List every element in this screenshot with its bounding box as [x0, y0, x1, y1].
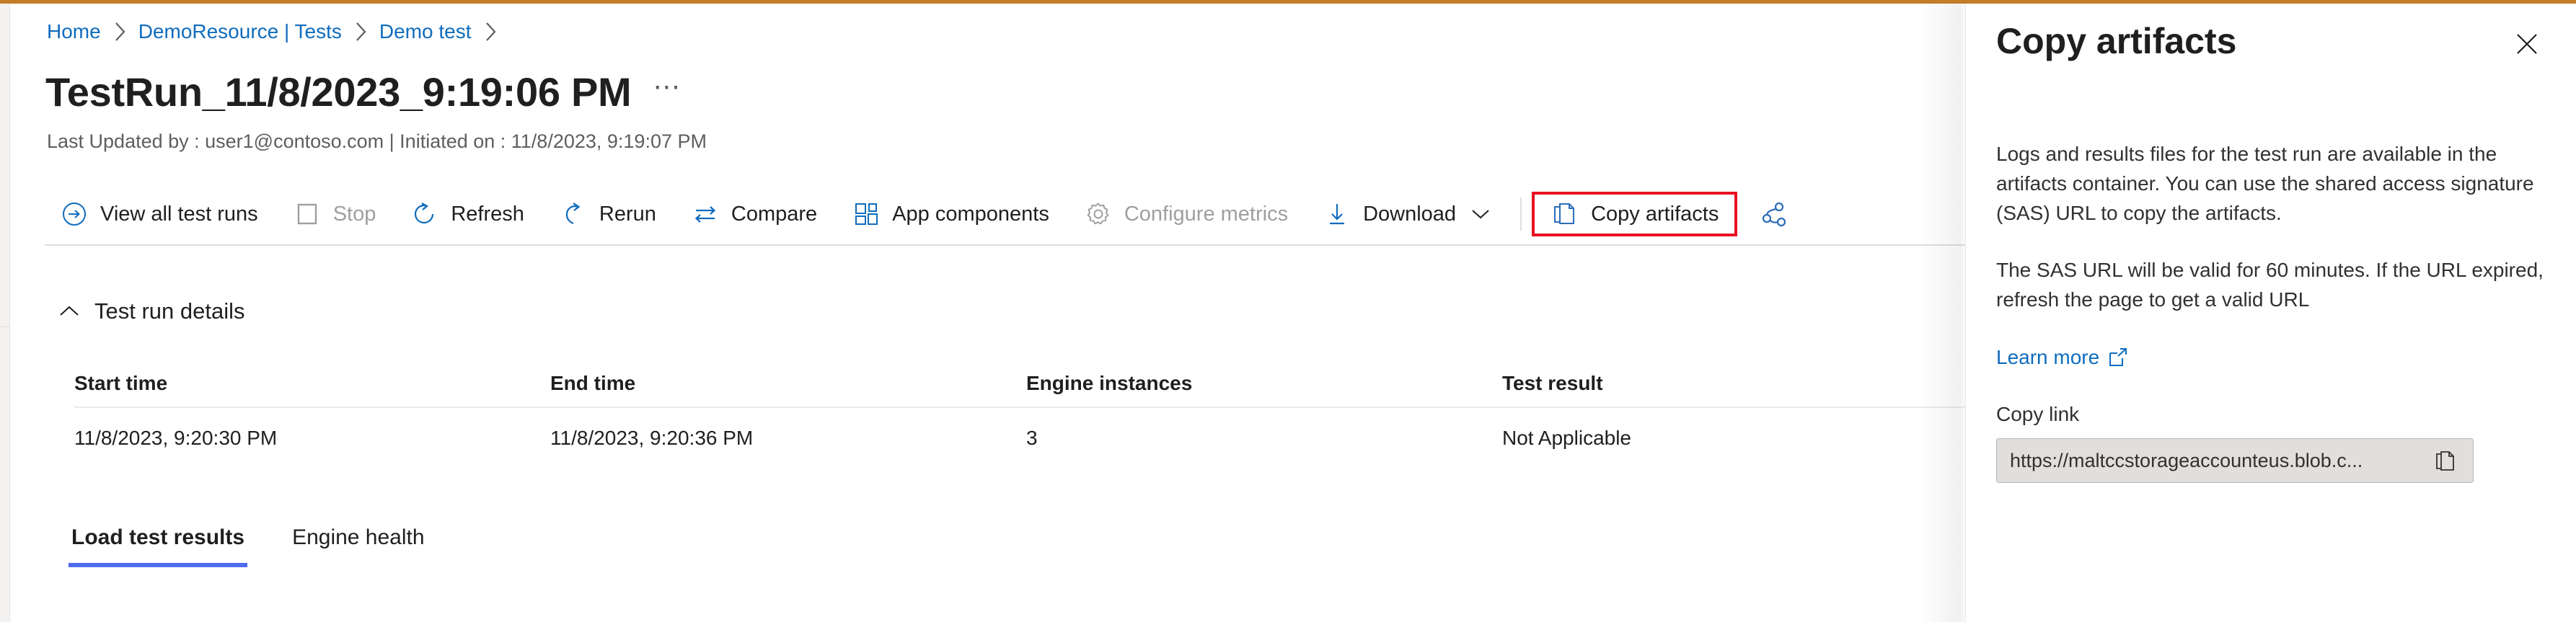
- breadcrumb-item-home[interactable]: Home: [47, 19, 101, 44]
- cell-test-result: Not Applicable: [1502, 427, 1978, 450]
- cell-start-time: 11/8/2023, 9:20:30 PM: [74, 427, 550, 450]
- panel-header: Copy artifacts: [1996, 19, 2549, 66]
- tab-engine-health[interactable]: Engine health: [276, 521, 441, 567]
- command-label: Compare: [731, 202, 817, 226]
- stop-button: Stop: [278, 192, 392, 236]
- chevron-up-icon: [56, 298, 83, 325]
- section-title: Test run details: [94, 298, 245, 325]
- learn-more-link[interactable]: Learn more: [1996, 345, 2128, 370]
- chevron-right-icon: [353, 21, 368, 43]
- command-label: Rerun: [599, 202, 656, 226]
- rerun-icon: [559, 200, 588, 228]
- chevron-right-icon: [483, 21, 498, 43]
- breadcrumb: Home DemoResource | Tests Demo test: [47, 19, 509, 44]
- command-label: View all test runs: [100, 202, 258, 226]
- column-header-test-result: Test result: [1502, 372, 1978, 395]
- chevron-down-icon: [1470, 208, 1491, 221]
- tab-label: Engine health: [292, 525, 425, 549]
- panel-title: Copy artifacts: [1996, 19, 2236, 63]
- download-icon: [1323, 200, 1351, 228]
- app-components-icon: [852, 200, 881, 228]
- external-link-icon: [2108, 347, 2128, 368]
- page-title: TestRun_11/8/2023_9:19:06 PM: [45, 68, 631, 116]
- column-header-end-time: End time: [550, 372, 1026, 395]
- copy-link-label: Copy link: [1996, 402, 2556, 427]
- compare-arrows-icon: [691, 200, 720, 228]
- column-header-start-time: Start time: [74, 372, 550, 395]
- command-label: App components: [892, 202, 1049, 226]
- share-button[interactable]: [1744, 192, 1815, 236]
- refresh-icon: [410, 200, 439, 228]
- command-divider: [1520, 197, 1522, 231]
- command-label: Refresh: [451, 202, 524, 226]
- configure-metrics-button: Configure metrics: [1069, 192, 1303, 236]
- compare-button[interactable]: Compare: [676, 192, 832, 236]
- gear-icon: [1084, 200, 1113, 228]
- command-label: Stop: [333, 202, 376, 226]
- tab-label: Load test results: [71, 525, 244, 549]
- command-label: Copy artifacts: [1591, 202, 1719, 226]
- learn-more-label: Learn more: [1996, 345, 2099, 370]
- download-button[interactable]: Download: [1307, 192, 1506, 236]
- page-subtitle: Last Updated by : user1@contoso.com | In…: [47, 130, 707, 153]
- copy-link-value: https://maltccstorageaccounteus.blob.c..…: [2010, 449, 2430, 472]
- chevron-right-icon: [113, 21, 127, 43]
- copy-icon[interactable]: [2430, 445, 2461, 476]
- panel-paragraph-sas-validity: The SAS URL will be valid for 60 minutes…: [1996, 255, 2556, 314]
- column-header-engine-instances: Engine instances: [1026, 372, 1502, 395]
- copy-artifacts-button[interactable]: Copy artifacts: [1532, 192, 1737, 236]
- breadcrumb-item-test[interactable]: Demo test: [379, 19, 472, 44]
- title-row: TestRun_11/8/2023_9:19:06 PM ⋯: [45, 68, 682, 116]
- refresh-button[interactable]: Refresh: [395, 192, 539, 236]
- more-actions-button[interactable]: ⋯: [653, 71, 682, 103]
- panel-paragraph-artifacts-info: Logs and results files for the test run …: [1996, 139, 2556, 228]
- command-label: Download: [1363, 202, 1456, 226]
- stop-square-icon: [293, 200, 322, 228]
- command-label: Configure metrics: [1124, 202, 1288, 226]
- arrow-right-circle-icon: [60, 200, 89, 228]
- left-rail-divider: [0, 326, 9, 327]
- app-root: Home DemoResource | Tests Demo test Test…: [0, 0, 2576, 622]
- app-components-button[interactable]: App components: [837, 192, 1064, 236]
- cell-end-time: 11/8/2023, 9:20:36 PM: [550, 427, 1026, 450]
- cell-engine-instances: 3: [1026, 427, 1502, 450]
- rerun-button[interactable]: Rerun: [544, 192, 671, 236]
- left-rail: [0, 4, 10, 622]
- close-icon[interactable]: [2505, 22, 2549, 66]
- breadcrumb-item-resource[interactable]: DemoResource | Tests: [138, 19, 342, 44]
- copy-files-icon: [1551, 200, 1579, 228]
- panel-body: Logs and results files for the test run …: [1996, 139, 2556, 483]
- view-all-test-runs-button[interactable]: View all test runs: [45, 192, 273, 236]
- test-run-details-section-header[interactable]: Test run details: [56, 298, 245, 325]
- share-network-icon: [1760, 200, 1788, 228]
- copy-artifacts-panel: Copy artifacts Logs and results files fo…: [1965, 4, 2576, 622]
- tab-load-test-results[interactable]: Load test results: [56, 521, 260, 567]
- copy-link-field[interactable]: https://maltccstorageaccounteus.blob.c..…: [1996, 438, 2474, 483]
